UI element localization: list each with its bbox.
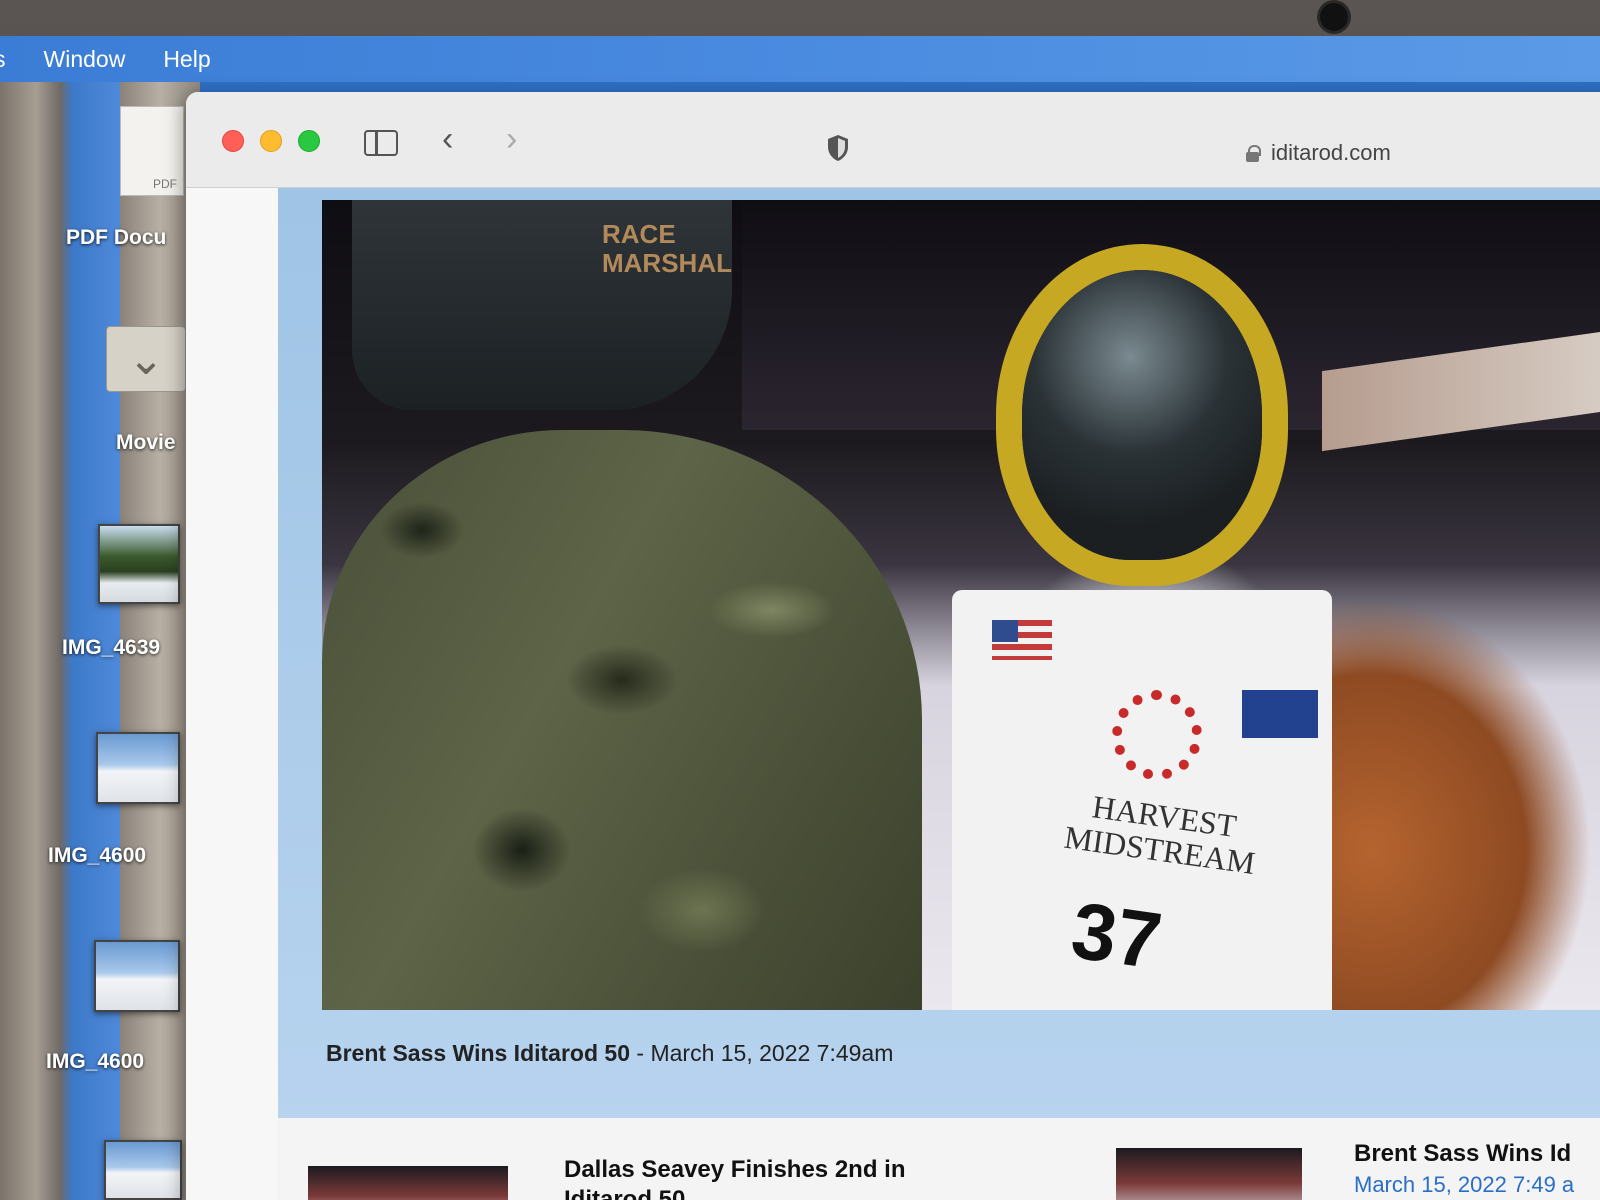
- desktop-item-img-4600-2[interactable]: IMG_4600: [46, 1050, 186, 1074]
- caption-separator: -: [630, 1040, 651, 1066]
- page-left-margin: [186, 188, 282, 1200]
- pdf-tag: PDF: [153, 177, 177, 191]
- video-date: March 15, 2022 7:49am: [650, 1040, 894, 1066]
- desktop-item-movies[interactable]: Movie: [116, 431, 196, 455]
- bib-number: 37: [1066, 885, 1167, 986]
- image-file-icon[interactable]: [98, 524, 180, 604]
- sidebar-toggle-icon[interactable]: [364, 130, 398, 156]
- webcam: [1320, 3, 1348, 31]
- image-file-icon[interactable]: [94, 940, 180, 1012]
- browser-toolbar: ‹ › iditarod.com: [186, 92, 1600, 188]
- browser-window: ‹ › iditarod.com RACE MARSHAL HARVEST MI…: [186, 92, 1600, 1200]
- privacy-shield-icon[interactable]: [826, 134, 850, 162]
- desktop-item-img-4600[interactable]: IMG_4600: [48, 844, 188, 868]
- video-player[interactable]: RACE MARSHAL HARVEST MIDSTREAM 37: [322, 200, 1600, 1010]
- image-file-icon[interactable]: [104, 1140, 182, 1200]
- video-helmet: [1022, 270, 1262, 560]
- related-videos: Dallas Seavey Finishes 2nd in Iditarod 5…: [278, 1118, 1600, 1200]
- related-video-date: March 15, 2022 7:49 a: [1354, 1172, 1575, 1197]
- chevron-down-icon: ⌄: [127, 334, 165, 384]
- video-caption: Brent Sass Wins Iditarod 50 - March 15, …: [326, 1040, 893, 1067]
- video-title[interactable]: Brent Sass Wins Iditarod 50: [326, 1040, 630, 1066]
- forward-chevron-icon[interactable]: ›: [506, 122, 517, 156]
- featured-video-panel: RACE MARSHAL HARVEST MIDSTREAM 37 Brent …: [278, 188, 1600, 1118]
- desktop-item-img-4639[interactable]: IMG_4639: [62, 636, 192, 660]
- address-text: iditarod.com: [1271, 140, 1391, 165]
- menu-item-window[interactable]: Window: [44, 46, 126, 73]
- us-flag-icon: [992, 620, 1052, 660]
- related-video-title[interactable]: Brent Sass Wins Id: [1354, 1140, 1571, 1168]
- alaska-flag-icon: [1242, 690, 1318, 738]
- related-video-title[interactable]: Dallas Seavey Finishes 2nd in: [564, 1156, 905, 1184]
- video-camo-jacket: [322, 430, 922, 1010]
- web-page: RACE MARSHAL HARVEST MIDSTREAM 37 Brent …: [186, 188, 1600, 1200]
- movies-folder-icon[interactable]: ⌄: [106, 326, 186, 392]
- related-video-title-line2[interactable]: Iditarod 50: [564, 1186, 685, 1200]
- related-video-thumbnail[interactable]: [1116, 1148, 1302, 1200]
- sponsor-logo: [1112, 690, 1202, 780]
- related-video-thumbnail[interactable]: [308, 1166, 508, 1200]
- back-chevron-icon[interactable]: ‹: [442, 122, 453, 156]
- close-window-button[interactable]: [222, 130, 244, 152]
- desktop-item-pdf[interactable]: PDF Docu: [66, 226, 186, 250]
- image-file-icon[interactable]: [96, 732, 180, 804]
- menu-item-truncated[interactable]: s: [0, 46, 6, 73]
- menu-bar: s Window Help: [0, 36, 1600, 82]
- screen: s Window Help PDF PDF Docu ⌄ Movie IMG_4…: [0, 36, 1600, 1200]
- zoom-window-button[interactable]: [298, 130, 320, 152]
- video-cap: RACE MARSHAL: [352, 200, 732, 410]
- address-bar[interactable]: iditarod.com: [1246, 140, 1391, 166]
- pdf-file-icon[interactable]: PDF: [120, 106, 184, 196]
- musher-bib: HARVEST MIDSTREAM 37: [952, 590, 1332, 1010]
- cap-text: RACE MARSHAL: [602, 219, 732, 278]
- minimize-window-button[interactable]: [260, 130, 282, 152]
- bib-sponsor: HARVEST MIDSTREAM: [1038, 784, 1285, 884]
- menu-item-help[interactable]: Help: [163, 46, 210, 73]
- lock-icon: [1246, 145, 1261, 162]
